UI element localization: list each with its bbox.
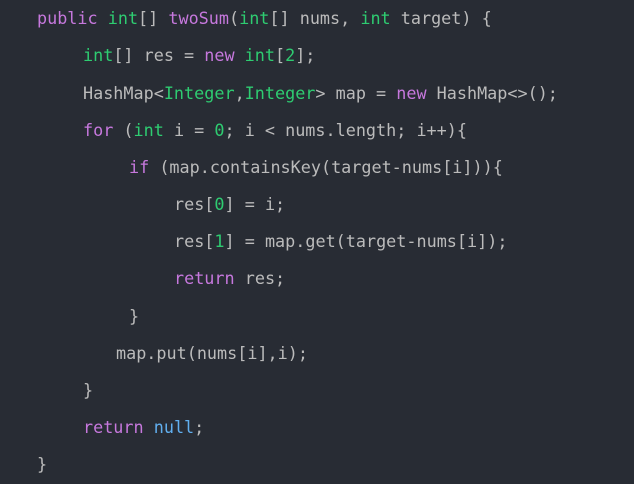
code-token-default: map.put(nums[i],i); bbox=[116, 343, 308, 363]
code-token-keyword: for bbox=[83, 120, 124, 140]
code-token-type: Integer bbox=[244, 83, 316, 103]
code-line-if-statement: if (map.containsKey(target-nums[i])){ bbox=[129, 155, 503, 179]
code-token-number: 2 bbox=[285, 45, 296, 65]
code-token-default: [] bbox=[138, 8, 169, 28]
code-token-null: null bbox=[153, 417, 195, 437]
code-token-default: (map.containsKey(target-nums[i])){ bbox=[159, 157, 503, 177]
code-token-type: int bbox=[133, 120, 164, 140]
code-token-keyword: if bbox=[129, 157, 160, 177]
code-token-default: HashMap<>(); bbox=[436, 83, 558, 103]
code-token-default: res[ bbox=[174, 231, 215, 251]
code-token-type: int bbox=[360, 8, 391, 28]
code-token-default: HashMap< bbox=[83, 83, 164, 103]
code-token-default: , bbox=[234, 83, 245, 103]
code-line-method-close-brace: } bbox=[37, 452, 47, 476]
code-line-method-signature: public int[] twoSum(int[] nums, int targ… bbox=[37, 6, 492, 30]
code-token-type: int bbox=[107, 8, 139, 28]
code-token-keyword: new bbox=[204, 45, 245, 65]
code-token-default: res[ bbox=[174, 194, 215, 214]
code-token-default: i = bbox=[163, 120, 215, 140]
code-token-default: ( bbox=[123, 120, 134, 140]
code-token-default: ] = i; bbox=[224, 194, 286, 214]
code-token-type: Integer bbox=[163, 83, 235, 103]
code-token-number: 0 bbox=[214, 194, 225, 214]
code-token-default: [] res = bbox=[113, 45, 205, 65]
code-token-default: } bbox=[83, 380, 94, 400]
code-token-default: > map = bbox=[315, 83, 397, 103]
code-line-res-0-assignment: res[0] = i; bbox=[174, 192, 285, 216]
code-token-type: int bbox=[244, 45, 275, 65]
code-token-default: ; bbox=[194, 417, 205, 437]
code-token-keyword: return bbox=[83, 417, 154, 437]
code-token-default: target) { bbox=[390, 8, 492, 28]
code-token-default: ] = map.get(target-nums[i]); bbox=[224, 231, 508, 251]
code-token-default: ; i < nums.length; i++){ bbox=[224, 120, 467, 140]
code-token-default: ( bbox=[228, 8, 240, 28]
code-token-function: twoSum bbox=[168, 8, 229, 28]
code-token-keyword: return bbox=[174, 268, 245, 288]
code-token-type: int bbox=[83, 45, 114, 65]
code-token-type: int bbox=[239, 8, 270, 28]
code-line-for-close-brace: } bbox=[83, 378, 93, 402]
code-editor: public int[] twoSum(int[] nums, int targ… bbox=[0, 0, 634, 484]
code-token-default: [ bbox=[274, 45, 286, 65]
code-token-default: } bbox=[37, 454, 48, 474]
code-line-for-loop: for (int i = 0; i < nums.length; i++){ bbox=[83, 118, 467, 142]
code-token-keyword: new bbox=[396, 83, 437, 103]
code-line-hashmap-declaration: HashMap<Integer,Integer> map = new HashM… bbox=[83, 81, 558, 105]
code-token-default: ]; bbox=[295, 45, 316, 65]
code-line-return-res: return res; bbox=[174, 266, 285, 290]
code-line-res-1-assignment: res[1] = map.get(target-nums[i]); bbox=[174, 229, 507, 253]
code-token-default: res; bbox=[244, 268, 286, 288]
code-token-keyword: public bbox=[37, 8, 108, 28]
code-line-map-put: map.put(nums[i],i); bbox=[116, 341, 308, 365]
code-line-if-close-brace: } bbox=[129, 304, 139, 328]
code-line-return-null: return null; bbox=[83, 415, 204, 439]
code-token-number: 0 bbox=[214, 120, 225, 140]
code-token-number: 1 bbox=[214, 231, 225, 251]
code-token-default: [] nums, bbox=[269, 8, 361, 28]
code-token-default: } bbox=[129, 306, 140, 326]
code-line-res-declaration: int[] res = new int[2]; bbox=[83, 43, 315, 67]
